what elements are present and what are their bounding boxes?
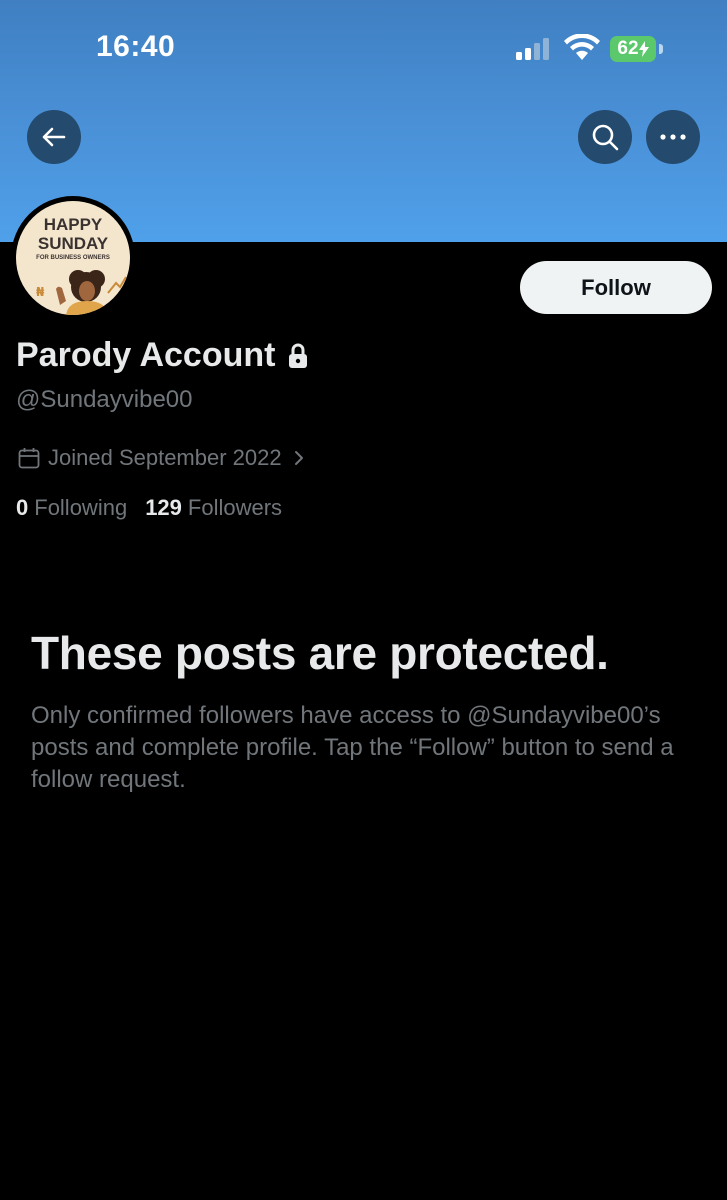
avatar-image: HAPPY SUNDAY FOR BUSINESS OWNERS ₦ [16, 201, 130, 315]
following-label: Following [34, 495, 128, 520]
profile-handle: @Sundayvibe00 [16, 386, 193, 413]
back-button[interactable] [27, 110, 81, 164]
calendar-icon [18, 448, 40, 469]
following-link[interactable]: 0 Following [16, 495, 127, 521]
display-name: Parody Account [16, 336, 309, 375]
follow-button[interactable]: Follow [520, 261, 712, 314]
wifi-icon [564, 34, 600, 60]
chevron-right-icon [294, 451, 303, 465]
followers-label: Followers [187, 495, 283, 520]
avatar[interactable]: HAPPY SUNDAY FOR BUSINESS OWNERS ₦ [11, 196, 135, 320]
more-options-button[interactable] [646, 110, 700, 164]
svg-text:₦: ₦ [36, 285, 45, 299]
follow-stats: 0 Following 129 Followers [16, 495, 282, 521]
joined-text: Joined September 2022 [48, 445, 282, 470]
following-count: 0 [16, 495, 29, 520]
bolt-icon [638, 41, 649, 57]
battery-percent: 62 [617, 38, 639, 59]
joined-date[interactable]: Joined September 2022 [18, 445, 306, 471]
protected-title: These posts are protected. [31, 627, 609, 679]
lock-icon [289, 343, 308, 368]
avatar-illustration: ₦ [36, 270, 127, 315]
followers-count: 129 [145, 495, 182, 520]
display-name-text: Parody Account [16, 336, 276, 374]
protected-description: Only confirmed followers have access to … [31, 702, 674, 793]
battery-level: 62 [610, 36, 656, 62]
search-icon [592, 124, 619, 151]
profile-screen: 16:40 62 HAPPY SUNDAY FOR BUSINESS OWNER… [0, 0, 727, 1200]
followers-link[interactable]: 129 Followers [145, 495, 282, 521]
battery-cap [659, 44, 663, 54]
search-button[interactable] [578, 110, 632, 164]
status-time: 16:40 [96, 30, 176, 63]
battery-charging-icon: 62 [610, 36, 666, 62]
back-arrow-icon [42, 127, 66, 147]
signal-icon [516, 38, 549, 60]
more-icon [660, 134, 686, 140]
